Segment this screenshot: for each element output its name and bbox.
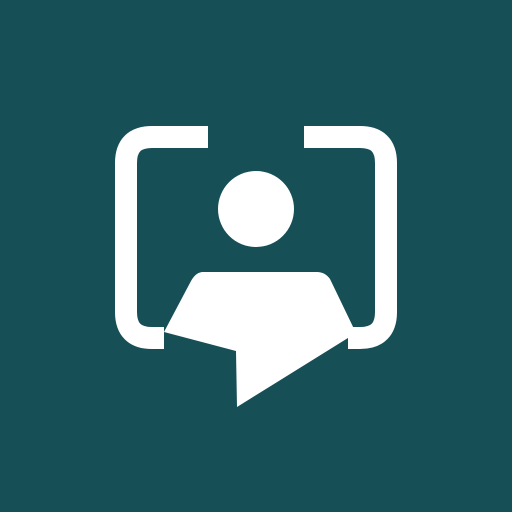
- app-icon-graphic: [0, 0, 512, 512]
- person-head: [218, 171, 294, 247]
- icon-background: [0, 0, 512, 512]
- app-icon: [0, 0, 512, 512]
